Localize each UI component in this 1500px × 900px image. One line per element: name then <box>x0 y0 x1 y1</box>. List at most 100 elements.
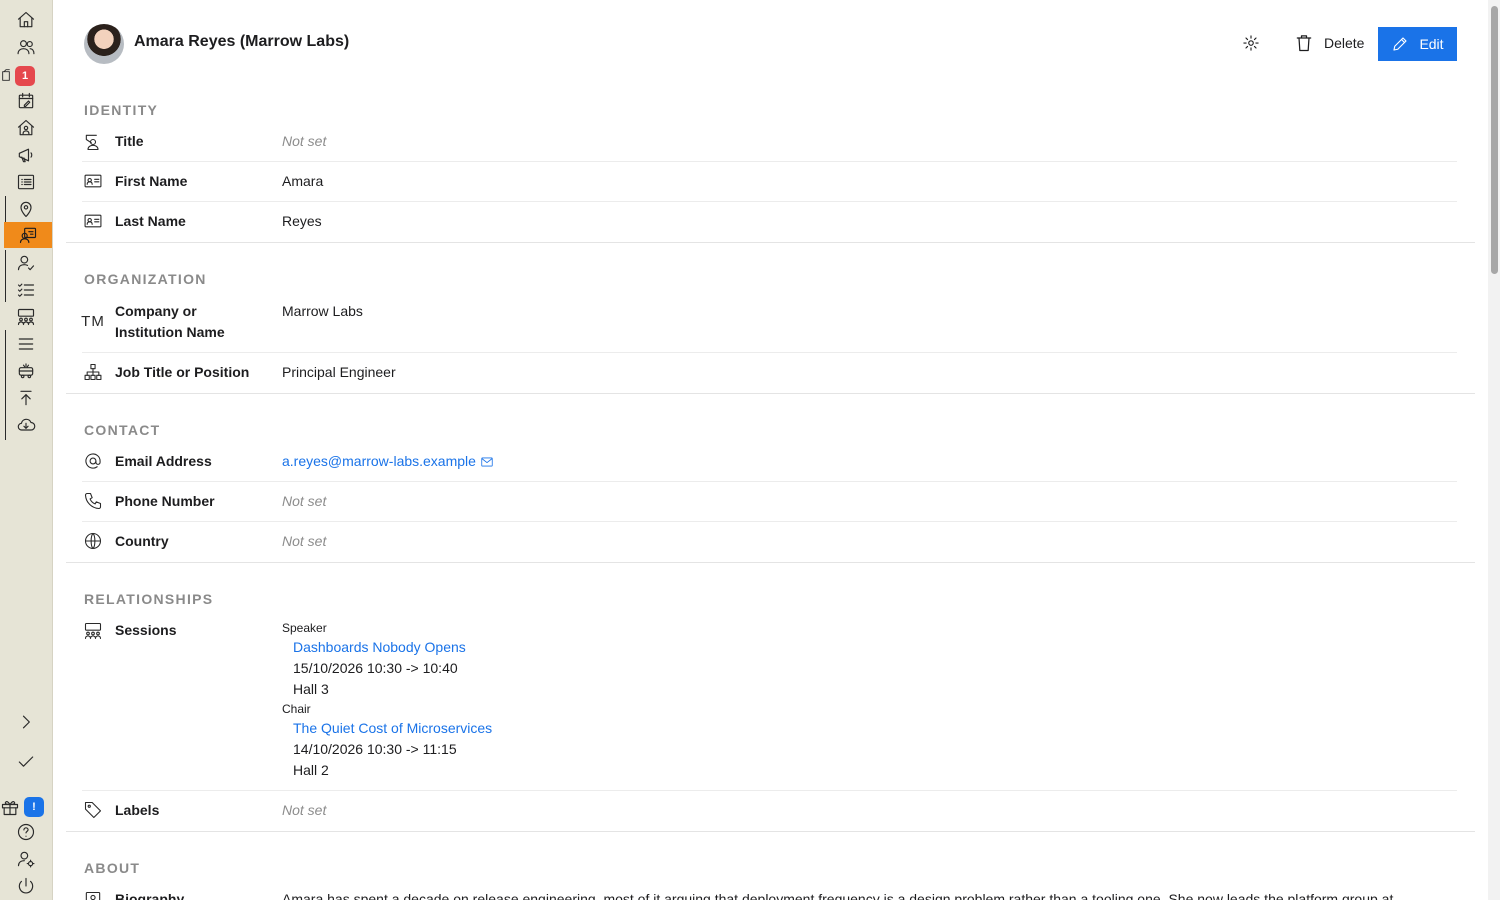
gear-icon <box>1243 35 1259 51</box>
section-title: ORGANIZATION <box>84 271 207 287</box>
organization-section: ORGANIZATION TM Company or Institution N… <box>66 271 1475 394</box>
org-chart-icon <box>82 361 104 383</box>
country-row: Country Not set <box>82 522 1457 562</box>
edit-button[interactable]: Edit <box>1378 27 1457 61</box>
email-link[interactable]: a.reyes@marrow-labs.example <box>282 451 494 472</box>
section-title: IDENTITY <box>84 102 159 118</box>
identity-section: IDENTITY Title Not set First Name Amara … <box>66 102 1475 243</box>
page-header: Amara Reyes (Marrow Labs) Delete Edit <box>52 0 1488 90</box>
row-value: Not set <box>282 533 327 549</box>
section-divider <box>66 831 1475 832</box>
cloud-download-icon[interactable] <box>6 413 46 437</box>
tag-icon <box>82 799 104 821</box>
notification-badge[interactable]: 1 <box>15 66 35 86</box>
row-value: Marrow Labs <box>282 303 363 319</box>
page-title: Amara Reyes (Marrow Labs) <box>134 33 350 50</box>
session-entry: Dashboards Nobody Opens 15/10/2026 10:30… <box>293 637 492 700</box>
row-label: Labels <box>115 802 160 818</box>
delete-label: Delete <box>1324 35 1365 51</box>
id-card-icon <box>82 170 104 192</box>
session-link[interactable]: The Quiet Cost of Microservices <box>293 718 492 739</box>
mail-icon[interactable] <box>480 455 494 469</box>
menu-lines-icon[interactable] <box>6 332 46 356</box>
first-name-row: First Name Amara <box>82 162 1457 202</box>
megaphone-icon[interactable] <box>6 143 46 167</box>
user-settings-icon[interactable] <box>6 847 46 871</box>
avatar <box>84 24 124 64</box>
row-label: Last Name <box>115 213 186 229</box>
company-row: TM Company or Institution Name Marrow La… <box>81 299 1457 353</box>
id-badge-icon <box>82 889 104 900</box>
session-entry: The Quiet Cost of Microservices 14/10/20… <box>293 718 492 781</box>
sessions-list: Speaker Dashboards Nobody Opens 15/10/20… <box>282 619 492 781</box>
session-link[interactable]: Dashboards Nobody Opens <box>293 637 492 658</box>
row-label: Country <box>115 533 169 549</box>
row-label: Email Address <box>115 453 212 469</box>
edit-label: Edit <box>1419 36 1444 52</box>
check-icon[interactable] <box>6 750 46 774</box>
home-icon[interactable] <box>6 8 46 32</box>
list-icon[interactable] <box>6 170 46 194</box>
chevron-right-icon[interactable] <box>6 710 46 734</box>
graduate-icon <box>82 131 104 153</box>
checklist-icon[interactable] <box>6 278 46 302</box>
upload-icon[interactable] <box>6 386 46 410</box>
session-role: Speaker <box>282 621 327 635</box>
map-pin-icon[interactable] <box>6 197 46 221</box>
id-card-icon <box>82 210 104 232</box>
relationships-section: RELATIONSHIPS Sessions Speaker Dashboard… <box>66 591 1475 832</box>
power-icon[interactable] <box>6 874 46 898</box>
phone-icon <box>82 490 104 512</box>
trademark-icon-text: TM <box>81 312 105 330</box>
section-title: CONTACT <box>84 422 161 438</box>
section-title: ABOUT <box>84 860 141 876</box>
row-label: Phone Number <box>115 493 215 509</box>
biography-text: Amara has spent a decade on release engi… <box>282 891 1394 900</box>
row-value: Amara <box>282 173 324 189</box>
bus-icon[interactable] <box>6 359 46 383</box>
audience-icon <box>82 620 104 642</box>
row-value: Reyes <box>282 213 322 229</box>
email-row: Email Address a.reyes@marrow-labs.exampl… <box>82 450 1457 482</box>
house-user-icon[interactable] <box>6 116 46 140</box>
phone-row: Phone Number Not set <box>82 482 1457 522</box>
help-icon[interactable] <box>6 820 46 844</box>
row-label: First Name <box>115 173 188 189</box>
email-link-text[interactable]: a.reyes@marrow-labs.example <box>282 451 476 472</box>
user-check-icon[interactable] <box>6 251 46 275</box>
scrollbar-thumb[interactable] <box>1491 6 1498 274</box>
session-role: Chair <box>282 702 311 716</box>
section-divider <box>66 393 1475 394</box>
sessions-row: Sessions Speaker Dashboards Nobody Opens… <box>82 619 1457 791</box>
calendar-edit-icon[interactable] <box>6 89 46 113</box>
people-icon[interactable] <box>6 35 46 59</box>
pencil-icon <box>1393 37 1407 51</box>
row-value: Not set <box>282 802 327 818</box>
row-value: Principal Engineer <box>282 364 396 380</box>
section-divider <box>66 562 1475 563</box>
labels-row: Labels Not set <box>82 791 1457 831</box>
about-section: ABOUT Biography Amara has spent a decade… <box>66 860 1475 900</box>
scrollbar[interactable] <box>1488 0 1500 900</box>
updates-badge[interactable]: ! <box>24 797 44 817</box>
trademark-icon: TM <box>81 310 105 332</box>
session-room: Hall 2 <box>293 762 329 778</box>
row-value: Not set <box>282 133 327 149</box>
contact-card-icon[interactable] <box>4 222 52 248</box>
job-title-row: Job Title or Position Principal Engineer <box>82 353 1457 393</box>
globe-icon <box>82 530 104 552</box>
session-room: Hall 3 <box>293 681 329 697</box>
delete-button[interactable]: Delete <box>1294 33 1364 53</box>
last-name-row: Last Name Reyes <box>82 202 1457 242</box>
row-label: Job Title or Position <box>115 364 250 380</box>
sidebar: 1 ! <box>0 0 53 900</box>
row-label: Title <box>115 133 144 149</box>
section-divider <box>66 242 1475 243</box>
section-title: RELATIONSHIPS <box>84 591 214 607</box>
audience-icon[interactable] <box>6 305 46 329</box>
row-label: Company or Institution Name <box>115 303 225 340</box>
at-icon <box>82 450 104 472</box>
contact-section: CONTACT Email Address a.reyes@marrow-lab… <box>66 422 1475 563</box>
row-label: Sessions <box>115 622 177 638</box>
settings-button[interactable] <box>1242 34 1260 52</box>
